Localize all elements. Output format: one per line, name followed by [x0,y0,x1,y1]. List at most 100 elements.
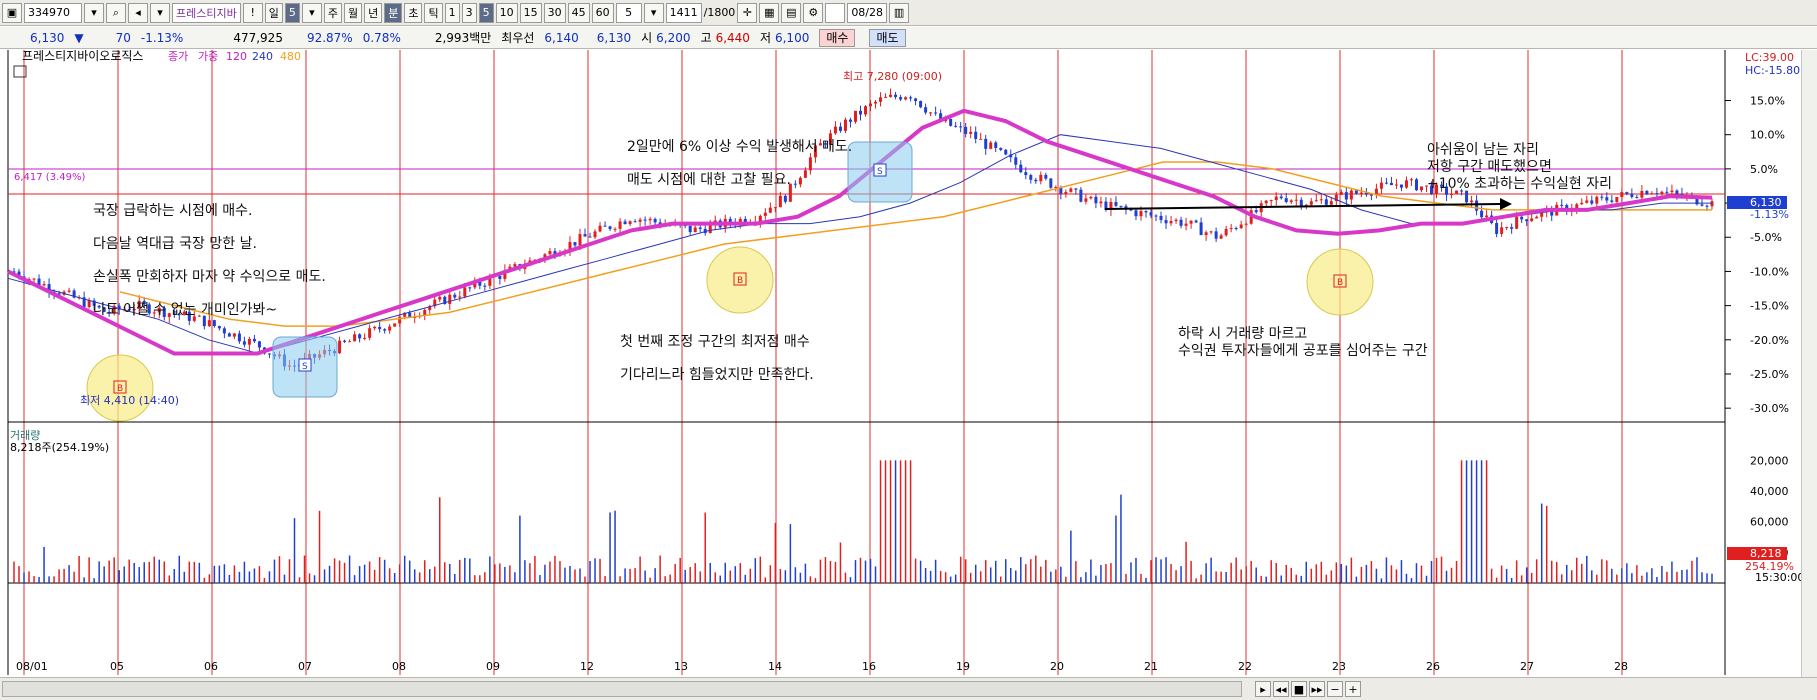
candle-body [483,285,487,287]
zoom-out-icon[interactable]: − [1327,681,1343,697]
candle-body [1159,215,1163,221]
candle-body [1329,201,1333,205]
save-icon[interactable]: ▤ [781,2,802,23]
candle-body [1324,199,1328,205]
candle-body [613,228,617,230]
stock-code-input[interactable]: 334970 [24,2,82,23]
interval-60-button[interactable]: 60 [591,2,614,23]
zoom-in-icon[interactable]: + [1345,681,1361,697]
candle-body [343,340,347,342]
horizontal-scrollbar[interactable]: ▸ ◂◂ ■ ▸▸ − + [0,677,1817,700]
candle-body [618,221,622,229]
interval-10-button[interactable]: 10 [495,2,518,23]
sell-button[interactable]: 매도 [869,28,906,47]
interval-30-button[interactable]: 30 [543,2,566,23]
period-n-button[interactable]: 5 [284,2,300,23]
annotation-text: 저항 구간 매도했으면 [1427,159,1552,175]
period-year-button[interactable]: 년 [364,2,383,23]
candle-body [1615,196,1619,202]
forward-icon[interactable]: ▸▸ [1309,681,1325,697]
interval-15-button[interactable]: 15 [519,2,542,23]
candle-body [628,221,632,225]
chart-toolbar: ▣ 334970 ▾ ⌕ ◂ ▾ 프레스티지바 ! 일 5 ▾ 주 월 년 분 … [0,0,1817,26]
y-tick-label: -30.0% [1750,402,1789,415]
alert-icon[interactable]: ! [242,2,263,23]
scroll-thumb[interactable] [2,681,1242,697]
y-tick-label: -20.0% [1750,334,1789,347]
candle-body [1580,202,1584,205]
period-tick-button[interactable]: 틱 [424,2,443,23]
period-week-button[interactable]: 주 [323,2,342,23]
annotation-text: 2일만에 6% 이상 수익 발생해서 매도. [627,139,852,155]
candle-body [1269,200,1273,202]
stop-icon[interactable]: ■ [1291,681,1307,697]
candle-body [252,338,256,342]
buy-marker-label: B [117,384,123,394]
candle-body [1274,196,1278,201]
y-tick-label: -25.0% [1750,368,1789,381]
date-input[interactable]: 08/28 [847,2,888,23]
candle-body [267,353,271,355]
best-bid: 6,130 [596,30,632,45]
period-second-button[interactable]: 초 [404,2,423,23]
stock-name-box[interactable]: 프레스티지바 [172,2,241,23]
layout-icon[interactable]: ▦ [759,2,780,23]
candle-body [843,119,847,131]
interval-45-button[interactable]: 45 [567,2,590,23]
buy-button[interactable]: 매수 [819,28,856,47]
period-day-button[interactable]: 일 [264,2,283,23]
count-input[interactable]: 1411 [665,2,702,23]
candle-body [1354,190,1358,194]
buy-marker-label: B [1337,278,1343,288]
dropdown-icon[interactable]: ▾ [150,2,170,23]
vertical-scrollbar[interactable] [1801,50,1817,677]
candle-body [1294,199,1298,201]
x-tick-label: 13 [674,660,688,673]
interval-3-button[interactable]: 3 [461,2,477,23]
candle-body [242,341,246,345]
sound-icon[interactable]: ◂ [128,2,148,23]
candle-body [1510,227,1514,229]
rewind-icon[interactable]: ◂◂ [1273,681,1289,697]
legend-stock-name: 프레스티지바이오로직스 [22,50,143,63]
candle-body [1299,199,1303,207]
candle-body [1224,228,1228,236]
candle-body [1284,198,1288,203]
period-minute-button[interactable]: 분 [384,2,403,23]
candle-body [1635,196,1639,198]
candle-body [398,316,402,324]
candle-body [848,119,852,122]
candle-body [1244,223,1248,225]
window-icon[interactable]: ▣ [2,2,22,23]
candle-body [1705,205,1709,207]
gear-icon[interactable]: ⚙ [803,2,824,23]
legend-ma-weighted: 가중 [198,50,218,63]
candle-body [1409,179,1413,181]
dropdown-icon[interactable]: ▾ [84,2,104,23]
period-month-button[interactable]: 월 [343,2,363,23]
play-icon[interactable]: ▸ [1255,681,1271,697]
checkbox[interactable] [825,2,846,23]
candle-body [1525,219,1529,222]
candle-body [1239,224,1243,229]
interval-5-button[interactable]: 5 [478,2,494,23]
search-icon[interactable]: ⌕ [106,2,126,23]
candle-body [1344,192,1348,200]
calendar-icon[interactable]: ▥ [889,2,910,23]
interval-1-button[interactable]: 1 [444,2,460,23]
price-chart[interactable]: BBBSS 15.0%10.0%5.0%0.0%-5.0%-10.0%-15.0… [0,49,1804,677]
candle-body [1189,220,1193,224]
candle-body [994,142,998,148]
chart-area[interactable]: BBBSS 15.0%10.0%5.0%0.0%-5.0%-10.0%-15.0… [0,49,1817,677]
candle-body [1144,211,1148,213]
current-pct-value: -1.13% [1750,208,1789,221]
crosshair-icon[interactable]: ✛ [737,2,758,23]
legend-ma240: 240 [252,50,273,63]
interval-input[interactable]: 5 [615,2,642,23]
volume-current-value: 8,218 [1750,547,1782,560]
dropdown-icon[interactable]: ▾ [301,2,322,23]
candle-body [1309,201,1313,205]
dropdown-icon[interactable]: ▾ [643,2,664,23]
candle-body [1164,220,1168,224]
candle-body [1605,197,1609,201]
